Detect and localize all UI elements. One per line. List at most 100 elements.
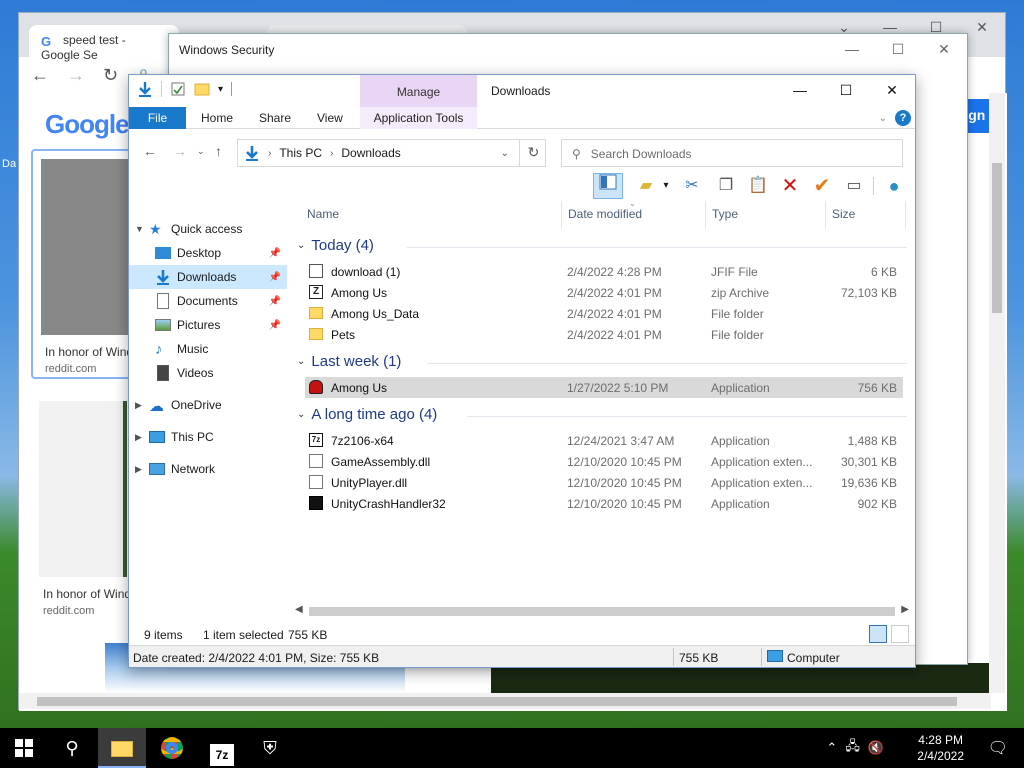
copy-icon[interactable]: ❐ (715, 175, 737, 197)
sidebar-item-downloads[interactable]: Downloads 📌 (129, 265, 287, 289)
chrome-tab-speed-test[interactable]: Gspeed test - Google Se (29, 25, 179, 62)
delete-icon[interactable]: ✕ (779, 175, 801, 197)
reload-icon[interactable]: ↻ (103, 65, 118, 86)
table-row[interactable]: Among Us_Data 2/4/2022 4:01 PM File fold… (305, 303, 903, 324)
column-header-date-modified[interactable]: Date modified (568, 207, 642, 221)
customize-toolbar-icon[interactable]: ▾ (218, 84, 223, 95)
rename-icon[interactable]: ▭ (843, 175, 865, 197)
collapse-chevron-icon[interactable]: ▼ (135, 224, 149, 234)
breadcrumb-downloads[interactable]: Downloads (341, 146, 400, 160)
sidebar-item-quick-access[interactable]: ▼ ★ Quick access (129, 217, 287, 241)
expand-ribbon-chevron-icon[interactable]: ⌄ (879, 113, 887, 124)
table-row[interactable]: 7z 7z2106-x64 12/24/2021 3:47 AM Applica… (305, 430, 903, 451)
new-folder-icon[interactable]: ▰ (635, 175, 657, 197)
taskbar-windows-security[interactable]: ⛨ (246, 728, 294, 768)
tab-share[interactable]: Share (244, 107, 306, 129)
sidebar-item-this-pc[interactable]: ▶ This PC (129, 425, 287, 449)
forward-button[interactable]: → (173, 143, 187, 159)
scrollbar-thumb[interactable] (37, 697, 957, 706)
security-minimize-button[interactable]: — (829, 34, 875, 64)
volume-muted-icon[interactable]: 🔇 (868, 740, 884, 756)
image-result-card-1[interactable]: In honor of Wind reddit.com (31, 149, 143, 379)
chrome-vertical-scrollbar[interactable] (989, 93, 1005, 693)
sidebar-item-videos[interactable]: Videos (129, 361, 287, 385)
tab-home[interactable]: Home (186, 107, 248, 129)
column-header-size[interactable]: Size (832, 207, 855, 221)
image-result-caption[interactable]: In honor of Wind (43, 587, 131, 601)
security-maximize-button[interactable]: ☐ (875, 34, 921, 64)
back-button[interactable]: ← (143, 143, 157, 159)
expand-chevron-icon[interactable]: ▶ (135, 432, 149, 443)
cut-icon[interactable]: ✂ (681, 175, 703, 197)
show-hidden-icons-chevron[interactable]: ⌃ (826, 740, 837, 756)
collapse-chevron-icon[interactable]: ⌄ (297, 240, 305, 251)
table-row[interactable]: GameAssembly.dll 12/10/2020 10:45 PM App… (305, 451, 903, 472)
sidebar-item-network[interactable]: ▶ Network (129, 457, 287, 481)
address-bar[interactable]: › This PC › Downloads ⌄ (237, 139, 546, 167)
expand-chevron-icon[interactable]: ▶ (135, 464, 149, 475)
details-view-icon[interactable] (869, 625, 887, 643)
column-header-name[interactable]: Name (307, 207, 339, 221)
group-header-today[interactable]: ⌄ Today (4) (297, 237, 374, 254)
taskbar-chrome[interactable] (148, 728, 196, 768)
taskbar-file-explorer[interactable] (98, 728, 146, 768)
scrollbar-thumb[interactable] (309, 607, 895, 616)
minimize-button[interactable]: — (777, 75, 823, 105)
paste-icon[interactable]: 📋 (747, 175, 769, 197)
sidebar-item-music[interactable]: ♪ Music (129, 337, 287, 361)
sidebar-item-documents[interactable]: Documents 📌 (129, 289, 287, 313)
breadcrumb-this-pc[interactable]: This PC (279, 146, 322, 160)
image-result-thumbnail[interactable] (41, 159, 129, 335)
search-button[interactable]: ⚲ (48, 728, 96, 768)
back-arrow-icon[interactable]: ← (31, 65, 49, 86)
clock[interactable]: 4:28 PM 2/4/2022 (917, 732, 964, 764)
image-result-thumbnail[interactable] (39, 401, 127, 577)
network-icon[interactable]: 🖧 (845, 737, 860, 759)
table-row[interactable]: Z Among Us 2/4/2022 4:01 PM zip Archive … (305, 282, 903, 303)
group-header-last-week[interactable]: ⌄ Last week (1) (297, 353, 401, 370)
column-header-type[interactable]: Type (712, 207, 738, 221)
close-button[interactable]: ✕ (869, 75, 915, 105)
properties-icon[interactable] (170, 81, 186, 97)
sidebar-item-pictures[interactable]: Pictures 📌 (129, 313, 287, 337)
help-icon[interactable]: ? (895, 110, 911, 126)
breadcrumb-separator[interactable]: › (330, 148, 333, 159)
scroll-left-icon[interactable]: ◀ (295, 604, 303, 615)
chrome-horizontal-scrollbar[interactable] (19, 693, 991, 709)
tab-application-tools[interactable]: Application Tools (360, 107, 477, 129)
column-separator[interactable] (561, 201, 562, 229)
address-dropdown-icon[interactable]: ⌄ (501, 148, 509, 159)
file-list-horizontal-scrollbar[interactable]: ◀ ▶ (293, 603, 913, 620)
taskbar-7zip[interactable]: 7z (198, 728, 246, 768)
table-row-selected[interactable]: Among Us 1/27/2022 5:10 PM Application 7… (305, 377, 903, 398)
sidebar-item-desktop[interactable]: Desktop 📌 (129, 241, 287, 265)
globe-icon[interactable]: ● (883, 175, 905, 197)
image-result-caption[interactable]: In honor of Wind (45, 345, 133, 359)
collapse-chevron-icon[interactable]: ⌄ (297, 409, 305, 420)
breadcrumb-separator[interactable]: › (268, 148, 271, 159)
table-row[interactable]: Pets 2/4/2022 4:01 PM File folder (305, 324, 903, 345)
expand-chevron-icon[interactable]: ▶ (135, 400, 149, 411)
maximize-button[interactable]: ☐ (823, 75, 869, 105)
table-row[interactable]: download (1) 2/4/2022 4:28 PM JFIF File … (305, 261, 903, 282)
tab-file[interactable]: File (129, 107, 186, 129)
scrollbar-thumb[interactable] (992, 163, 1002, 313)
table-row[interactable]: UnityPlayer.dll 12/10/2020 10:45 PM Appl… (305, 472, 903, 493)
preview-pane-icon[interactable] (593, 173, 623, 199)
up-button[interactable]: ↑ (215, 143, 222, 159)
dropdown-arrow-icon[interactable]: ▾ (659, 175, 673, 197)
checkmark-icon[interactable]: ✔ (811, 175, 833, 197)
start-button[interactable] (0, 728, 48, 768)
download-arrow-icon[interactable] (137, 81, 153, 97)
forward-arrow-icon[interactable]: → (67, 65, 85, 86)
table-row[interactable]: UnityCrashHandler32 12/10/2020 10:45 PM … (305, 493, 903, 514)
group-header-long-time-ago[interactable]: ⌄ A long time ago (4) (297, 406, 437, 423)
search-input[interactable]: ⚲ Search Downloads (561, 139, 903, 167)
column-separator[interactable] (825, 201, 826, 229)
large-icons-view-icon[interactable] (891, 625, 909, 643)
column-separator[interactable] (905, 201, 906, 229)
image-result-card-2[interactable]: In honor of Wind reddit.com (31, 393, 143, 629)
new-folder-icon[interactable] (194, 81, 210, 97)
tab-view[interactable]: View (302, 107, 358, 129)
notification-icon[interactable]: 🗨 (988, 738, 1008, 758)
